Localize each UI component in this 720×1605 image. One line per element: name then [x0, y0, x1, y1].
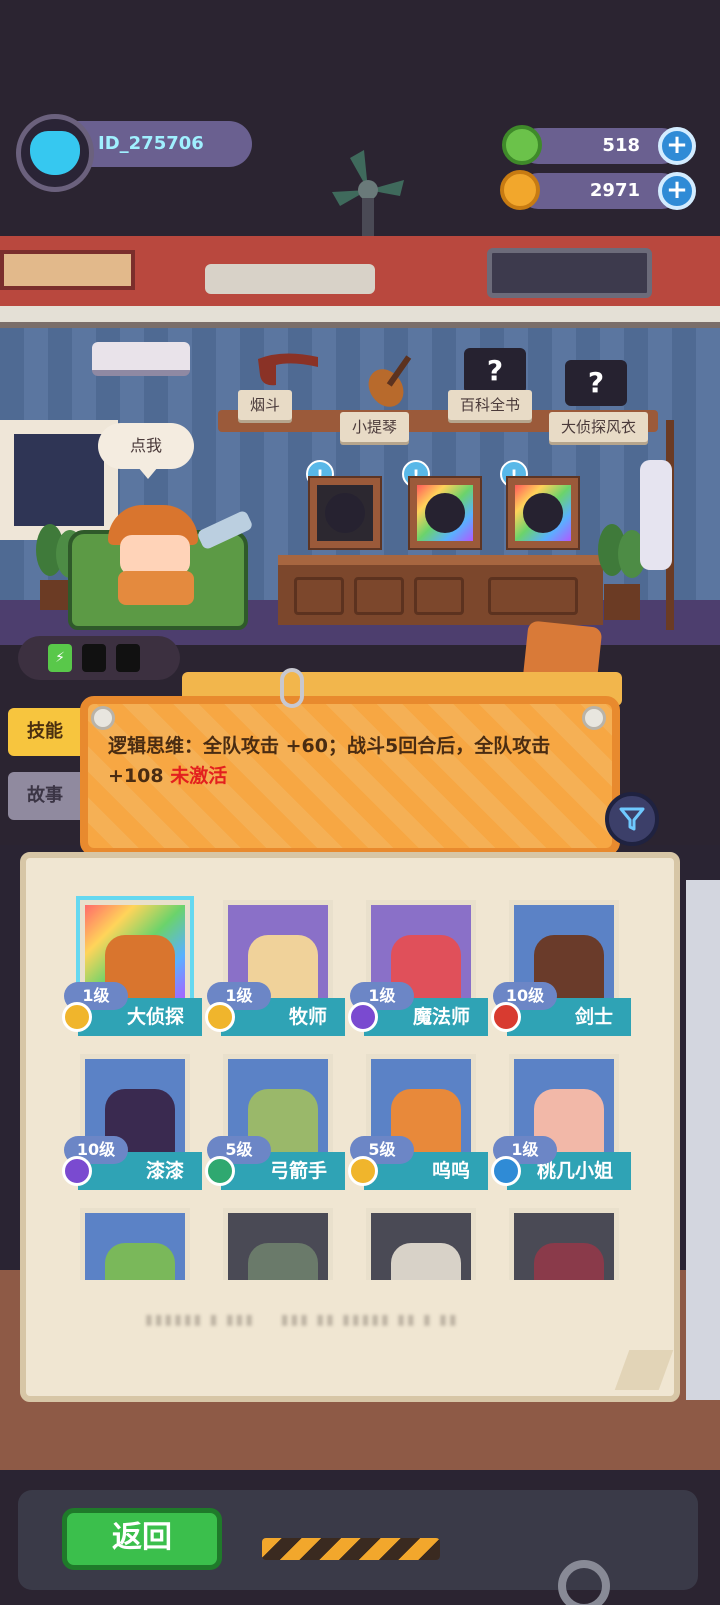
gear-icon	[558, 1560, 610, 1605]
rank-badge-icon	[491, 1156, 521, 1186]
hero-card[interactable]	[213, 1198, 341, 1280]
hero-card[interactable]	[70, 1198, 198, 1280]
picture-frame-rainbow[interactable]	[508, 478, 578, 548]
hero-card[interactable]	[499, 1198, 627, 1280]
skill-description: 逻辑思维：全队攻击 +60；战斗5回合后，全队攻击 +108 未激活	[108, 731, 598, 791]
item-label-pipe: 烟斗	[238, 390, 293, 420]
rank-badge-icon	[491, 1002, 521, 1032]
rank-badge-icon	[62, 1002, 92, 1032]
item-label-coat: 大侦探风衣	[549, 412, 649, 442]
add-gem-button[interactable]: +	[658, 127, 696, 165]
hero-card[interactable]: 牧师 1级	[205, 890, 345, 1036]
rank-badge-icon	[205, 1156, 235, 1186]
green-gem-count: 518	[520, 128, 680, 164]
speech-bubble[interactable]: 点我	[98, 423, 194, 479]
paper-clip-icon	[280, 668, 304, 708]
gold-count: 2971	[520, 173, 680, 209]
battery-empty-icon	[116, 644, 140, 672]
encyclopedia-question-icon[interactable]: ?	[464, 348, 526, 394]
coat-question-icon[interactable]: ?	[565, 360, 627, 406]
filter-button[interactable]	[605, 792, 659, 846]
pin-icon	[91, 706, 115, 730]
hero-card[interactable]: 大侦探 1级	[62, 890, 202, 1036]
tab-skill[interactable]: 技能	[8, 708, 82, 756]
top-shelf	[0, 236, 720, 306]
ceiling-fan-icon	[332, 150, 404, 238]
gold-planet-icon	[500, 170, 540, 210]
ghost-display	[487, 248, 652, 298]
filter-icon	[619, 807, 645, 831]
hero-card[interactable]: 桃几小姐 1级	[491, 1044, 631, 1190]
rank-badge-icon	[348, 1002, 378, 1032]
picture-frame[interactable]	[310, 478, 380, 548]
desk	[278, 555, 603, 625]
blurred-text-decoration: ▮▮▮▮▮▮ ▮ ▮▮▮ ▮▮▮ ▮▮ ▮▮▮▮▮ ▮▮ ▮ ▮▮	[145, 1312, 459, 1328]
picture-frame-rainbow[interactable]	[410, 478, 480, 548]
green-gem-icon	[502, 125, 542, 165]
pin-icon	[582, 706, 606, 730]
item-label-violin: 小提琴	[340, 412, 410, 442]
tab-story[interactable]: 故事	[8, 772, 82, 820]
cat-avatar-icon	[30, 131, 80, 175]
rank-badge-icon	[348, 1156, 378, 1186]
violin-icon[interactable]	[360, 348, 426, 412]
detective-character[interactable]	[108, 505, 203, 605]
shelf-strip	[0, 306, 720, 328]
hero-card[interactable]: 魔法师 1级	[348, 890, 488, 1036]
player-avatar[interactable]	[16, 114, 94, 192]
hero-card[interactable]: 呜呜 5级	[348, 1044, 488, 1190]
hero-card[interactable]	[356, 1198, 484, 1280]
rank-badge-icon	[62, 1156, 92, 1186]
hero-card[interactable]: 剑士 10级	[491, 890, 631, 1036]
rank-badge-icon	[205, 1002, 235, 1032]
back-button[interactable]: 返回	[62, 1508, 222, 1570]
energy-indicator: ⚡	[18, 636, 180, 680]
skill-status: 未激活	[170, 765, 228, 787]
coat-rack	[640, 420, 700, 630]
hero-card[interactable]: 漆漆 10级	[62, 1044, 202, 1190]
player-id: ID_275706	[72, 121, 252, 167]
book-pages-edge	[686, 880, 720, 1400]
pipe-icon[interactable]	[252, 345, 326, 391]
wall-vent	[0, 250, 135, 290]
hero-card[interactable]: 弓箭手 5级	[205, 1044, 345, 1190]
wall-panel	[205, 264, 375, 294]
item-label-encyclopedia: 百科全书	[448, 390, 533, 420]
battery-charged-icon: ⚡	[48, 644, 72, 672]
add-gold-button[interactable]: +	[658, 172, 696, 210]
projector-icon	[92, 342, 190, 376]
hazard-stripe	[262, 1538, 440, 1560]
battery-empty-icon	[82, 644, 106, 672]
